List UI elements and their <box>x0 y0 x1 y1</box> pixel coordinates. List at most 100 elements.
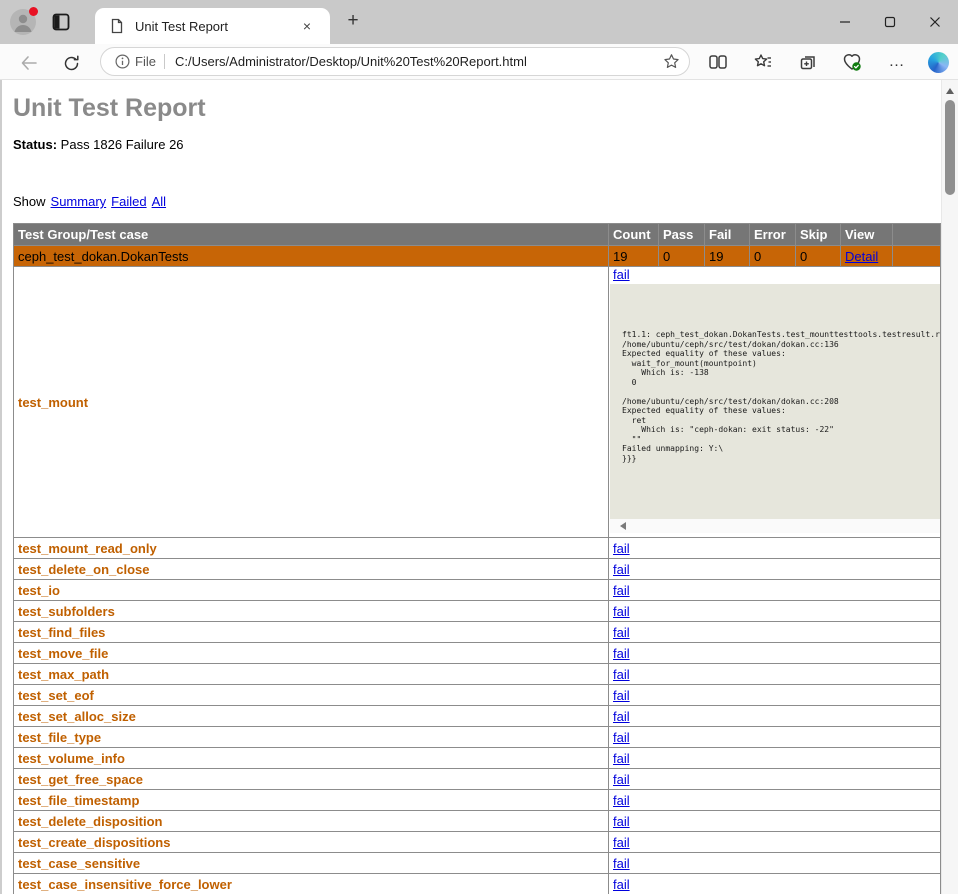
test-result-cell: fail <box>609 643 941 664</box>
fail-link[interactable]: fail <box>613 688 630 703</box>
window-maximize-button[interactable] <box>874 10 906 34</box>
test-result-cell: fail <box>609 727 941 748</box>
col-skip: Skip <box>796 224 841 246</box>
fail-link[interactable]: fail <box>613 772 630 787</box>
fail-link[interactable]: fail <box>613 793 630 808</box>
collections-icon[interactable] <box>796 50 820 74</box>
group-name: ceph_test_dokan.DokanTests <box>14 246 609 267</box>
info-icon[interactable] <box>115 54 130 69</box>
show-failed-link[interactable]: Failed <box>111 194 146 209</box>
more-options-icon[interactable]: … <box>885 50 909 74</box>
show-summary-link[interactable]: Summary <box>51 194 107 209</box>
fail-link[interactable]: fail <box>613 730 630 745</box>
test-row: test_move_file fail <box>14 643 941 664</box>
window-minimize-button[interactable] <box>829 10 861 34</box>
profile-avatar[interactable] <box>10 9 36 35</box>
fail-link[interactable]: fail <box>613 562 630 577</box>
test-row: test_create_dispositions fail <box>14 832 941 853</box>
col-error: Error <box>750 224 796 246</box>
test-row: test_get_free_space fail <box>14 769 941 790</box>
fail-link[interactable]: fail <box>613 856 630 871</box>
test-row: test_case_insensitive_force_lower fail <box>14 874 941 894</box>
test-result-cell: fail <box>609 685 941 706</box>
window-close-button[interactable] <box>919 10 951 34</box>
browser-tab[interactable]: Unit Test Report × <box>95 8 330 44</box>
browser-window: Unit Test Report × + <box>0 0 958 894</box>
page-scrollbar[interactable] <box>941 80 958 894</box>
address-divider <box>164 54 165 69</box>
fail-link[interactable]: fail <box>613 646 630 661</box>
fail-link[interactable]: fail <box>613 751 630 766</box>
show-all-link[interactable]: All <box>152 194 166 209</box>
col-fail: Fail <box>705 224 750 246</box>
test-name: test_volume_info <box>14 748 609 769</box>
fail-link[interactable]: fail <box>613 814 630 829</box>
test-result-cell: fail <box>609 790 941 811</box>
expanded-test-row: test_mount fail ft1.1: ceph_test_dokan.D… <box>14 267 941 538</box>
test-name: test_set_eof <box>14 685 609 706</box>
tab-close-icon[interactable]: × <box>298 17 316 35</box>
test-name: test_get_free_space <box>14 769 609 790</box>
log-horizontal-scrollbar[interactable] <box>610 519 941 533</box>
fail-link[interactable]: fail <box>613 835 630 850</box>
tab-title: Unit Test Report <box>135 19 228 34</box>
fail-link[interactable]: fail <box>613 709 630 724</box>
group-skip: 0 <box>796 246 841 267</box>
test-name: test_create_dispositions <box>14 832 609 853</box>
new-tab-button[interactable]: + <box>340 8 366 34</box>
test-name: test_delete_on_close <box>14 559 609 580</box>
expanded-detail-cell: fail ft1.1: ceph_test_dokan.DokanTests.t… <box>609 267 941 538</box>
url-scheme-label: File <box>135 54 156 69</box>
test-row: test_set_alloc_size fail <box>14 706 941 727</box>
url-text[interactable]: C:/Users/Administrator/Desktop/Unit%20Te… <box>175 54 527 69</box>
group-count: 19 <box>609 246 659 267</box>
test-table-body: Test Group/Test case Count Pass Fail Err… <box>14 224 941 894</box>
test-log-panel: ft1.1: ceph_test_dokan.DokanTests.test_m… <box>610 284 941 519</box>
fail-link[interactable]: fail <box>613 267 630 282</box>
show-label: Show <box>13 194 46 209</box>
page-content: Unit Test Report Status: Pass 1826 Failu… <box>0 80 958 894</box>
test-name: test_delete_disposition <box>14 811 609 832</box>
group-row: ceph_test_dokan.DokanTests 19 0 19 0 0 D… <box>14 246 941 267</box>
fail-link[interactable]: fail <box>613 604 630 619</box>
fail-link[interactable]: fail <box>613 877 630 892</box>
address-bar[interactable]: File C:/Users/Administrator/Desktop/Unit… <box>100 47 690 76</box>
test-result-cell: fail <box>609 748 941 769</box>
browser-toolbar: File C:/Users/Administrator/Desktop/Unit… <box>0 44 958 80</box>
favorites-icon[interactable] <box>751 50 775 74</box>
test-result-cell: fail <box>609 769 941 790</box>
fail-link[interactable]: fail <box>613 625 630 640</box>
test-row: test_find_files fail <box>14 622 941 643</box>
fail-link[interactable]: fail <box>613 541 630 556</box>
test-name: test_case_insensitive_force_lower <box>14 874 609 894</box>
col-count: Count <box>609 224 659 246</box>
scrollbar-thumb[interactable] <box>945 100 955 195</box>
test-row: test_subfolders fail <box>14 601 941 622</box>
test-result-cell: fail <box>609 664 941 685</box>
detail-link[interactable]: Detail <box>845 249 878 264</box>
fail-link[interactable]: fail <box>613 667 630 682</box>
status-label: Status: <box>13 137 57 152</box>
test-row: test_delete_disposition fail <box>14 811 941 832</box>
col-pass: Pass <box>659 224 705 246</box>
split-screen-icon[interactable] <box>706 50 730 74</box>
col-extra <box>893 224 941 246</box>
test-name: test_move_file <box>14 643 609 664</box>
fail-link[interactable]: fail <box>613 583 630 598</box>
test-name: test_max_path <box>14 664 609 685</box>
refresh-button[interactable] <box>60 52 82 74</box>
browser-essentials-icon[interactable] <box>840 50 864 74</box>
test-result-cell: fail <box>609 601 941 622</box>
test-result-cell: fail <box>609 832 941 853</box>
test-row: test_file_type fail <box>14 727 941 748</box>
tab-actions-menu-icon[interactable] <box>52 13 70 31</box>
test-row: test_set_eof fail <box>14 685 941 706</box>
test-row: test_mount_read_only fail <box>14 538 941 559</box>
copilot-icon[interactable] <box>926 50 950 74</box>
test-result-cell: fail <box>609 538 941 559</box>
scroll-up-arrow-icon[interactable] <box>946 88 954 94</box>
favorite-star-icon[interactable] <box>663 53 680 70</box>
group-error: 0 <box>750 246 796 267</box>
scroll-left-arrow-icon[interactable] <box>620 522 626 530</box>
back-button[interactable] <box>18 52 40 74</box>
